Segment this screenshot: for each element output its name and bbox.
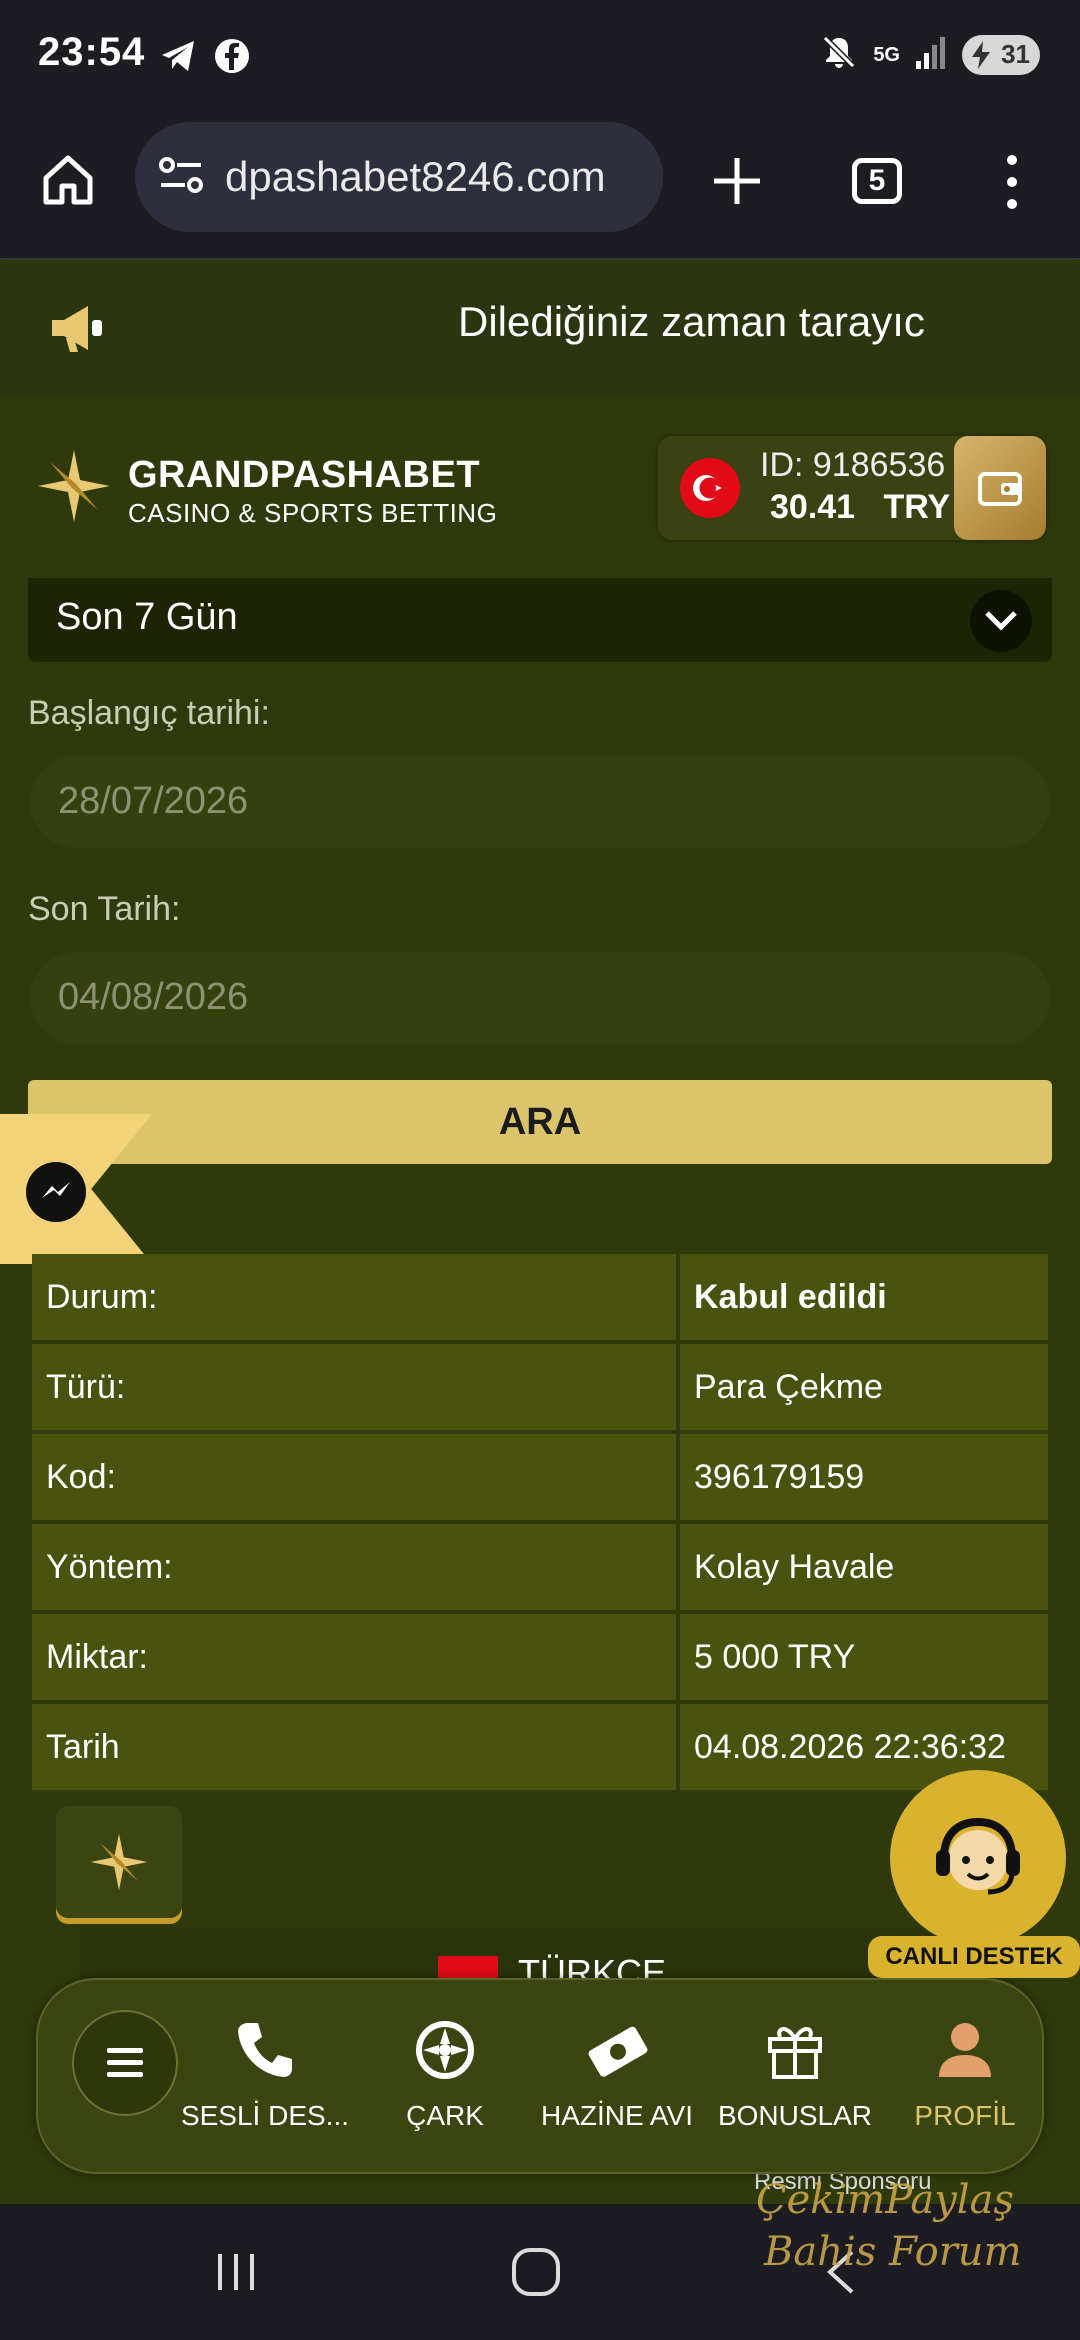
nav-profile[interactable]: PROFİL	[880, 2010, 1050, 2132]
nav-label: ÇARK	[406, 2100, 484, 2131]
detail-value: Para Çekme	[680, 1344, 1048, 1430]
start-date-value: 28/07/2026	[58, 780, 249, 822]
forum-watermark: ÇekimPaylaş Bahis Forum	[756, 2174, 1022, 2278]
site-settings-icon[interactable]	[157, 155, 205, 200]
messenger-icon[interactable]	[26, 1162, 86, 1222]
transaction-details-table: Durum: Kabul edildi Türü: Para Çekme Kod…	[32, 1254, 1048, 1794]
watermark-line-2: Bahis Forum	[764, 2229, 1022, 2275]
megaphone-icon	[48, 300, 108, 361]
headset-agent-icon	[890, 1770, 1066, 1946]
announcement-text: Dilediğiniz zaman tarayıc	[458, 298, 925, 345]
table-row: Durum: Kabul edildi	[32, 1254, 1048, 1340]
detail-value: 396179159	[680, 1434, 1048, 1520]
footer-logo-button[interactable]	[56, 1806, 182, 1918]
start-date-label: Başlangıç tarihi:	[28, 694, 270, 732]
network-5g-icon: 5G	[873, 45, 900, 65]
end-date-label: Son Tarih:	[28, 890, 181, 928]
signal-icon	[914, 33, 948, 76]
live-support-button[interactable]: CANLI DESTEK	[868, 1770, 1080, 1982]
hamburger-menu-icon[interactable]	[72, 2010, 178, 2116]
detail-value: Kabul edildi	[680, 1254, 1048, 1340]
money-icon	[588, 2026, 648, 2077]
detail-key: Türü:	[32, 1344, 676, 1430]
url-text[interactable]: dpashabet8246.com	[225, 153, 606, 201]
wheel-icon	[416, 2021, 474, 2079]
wallet-widget[interactable]: ID: 9186536 30.41 TRY	[658, 436, 1046, 540]
site-header: GRANDPASHABET CASINO & SPORTS BETTING ID…	[0, 398, 1080, 578]
table-row: Türü: Para Çekme	[32, 1344, 1048, 1430]
profile-icon	[939, 2023, 991, 2077]
turkey-flag-icon	[680, 458, 740, 518]
phone-icon	[238, 2023, 292, 2077]
detail-key: Miktar:	[32, 1614, 676, 1700]
brand-tagline: CASINO & SPORTS BETTING	[128, 498, 498, 528]
live-support-label: CANLI DESTEK	[868, 1936, 1080, 1978]
user-id: ID: 9186536	[760, 446, 946, 484]
chevron-down-icon[interactable]	[970, 590, 1032, 652]
period-select-value: Son 7 Gün	[56, 596, 238, 638]
home-icon[interactable]	[40, 152, 96, 208]
wallet-button[interactable]	[954, 436, 1046, 540]
detail-key: Yöntem:	[32, 1524, 676, 1610]
nav-label: BONUSLAR	[717, 2100, 873, 2131]
new-tab-icon[interactable]	[710, 154, 764, 208]
gift-icon	[768, 2027, 822, 2079]
balance-currency: TRY	[883, 488, 951, 526]
network-label: 5G	[873, 43, 900, 66]
telegram-icon	[158, 36, 198, 81]
tab-switcher-button[interactable]: 5	[852, 158, 902, 204]
mute-icon	[819, 32, 859, 77]
detail-key: Tarih	[32, 1704, 676, 1790]
detail-value: Kolay Havale	[680, 1524, 1048, 1610]
nav-label: SESLİ DES...	[180, 2100, 350, 2131]
nav-bonuses[interactable]: BONUSLAR	[710, 2010, 880, 2132]
browser-toolbar: dpashabet8246.com 5	[0, 112, 1080, 260]
nav-voice-support[interactable]: SESLİ DES...	[180, 2010, 350, 2132]
detail-key: Durum:	[32, 1254, 676, 1340]
brand-star-icon	[90, 1833, 148, 1891]
detail-key: Kod:	[32, 1434, 676, 1520]
start-date-field[interactable]: 28/07/2026	[28, 754, 1052, 850]
brand-name[interactable]: GRANDPASHABET	[128, 454, 480, 497]
home-nav-icon[interactable]	[510, 2246, 562, 2303]
more-menu-icon[interactable]	[1000, 152, 1024, 212]
nav-treasure-hunt[interactable]: HAZİNE AVI	[532, 2010, 702, 2132]
status-bar: 23:54 5G 31	[0, 0, 1080, 112]
address-bar[interactable]: dpashabet8246.com	[135, 122, 663, 232]
brand-star-icon[interactable]	[36, 448, 112, 529]
table-row: Yöntem: Kolay Havale	[32, 1524, 1048, 1610]
bottom-navigation: SESLİ DES... ÇARK HAZİNE AVI BONUSLAR PR…	[36, 1978, 1044, 2174]
recent-apps-icon[interactable]	[212, 2248, 260, 2301]
battery-icon: 31	[962, 34, 1040, 75]
facebook-icon	[212, 36, 252, 81]
table-row: Miktar: 5 000 TRY	[32, 1614, 1048, 1700]
announcement-bar: Dilediğiniz zaman tarayıc	[0, 262, 1080, 398]
status-time: 23:54	[38, 30, 146, 74]
period-select[interactable]: Son 7 Gün	[28, 578, 1052, 662]
watermark-line-1: ÇekimPaylaş	[756, 2177, 1014, 2223]
nav-label: HAZİNE AVI	[541, 2100, 693, 2131]
balance-line: 30.41 TRY	[770, 488, 950, 527]
battery-level: 31	[1001, 39, 1030, 69]
table-row: Kod: 396179159	[32, 1434, 1048, 1520]
balance-amount: 30.41	[770, 488, 856, 526]
detail-value: 5 000 TRY	[680, 1614, 1048, 1700]
nav-label: PROFİL	[914, 2100, 1016, 2131]
search-button[interactable]: ARA	[28, 1080, 1052, 1164]
end-date-field[interactable]: 04/08/2026	[28, 950, 1052, 1046]
end-date-value: 04/08/2026	[58, 976, 249, 1018]
nav-wheel[interactable]: ÇARK	[360, 2010, 530, 2132]
